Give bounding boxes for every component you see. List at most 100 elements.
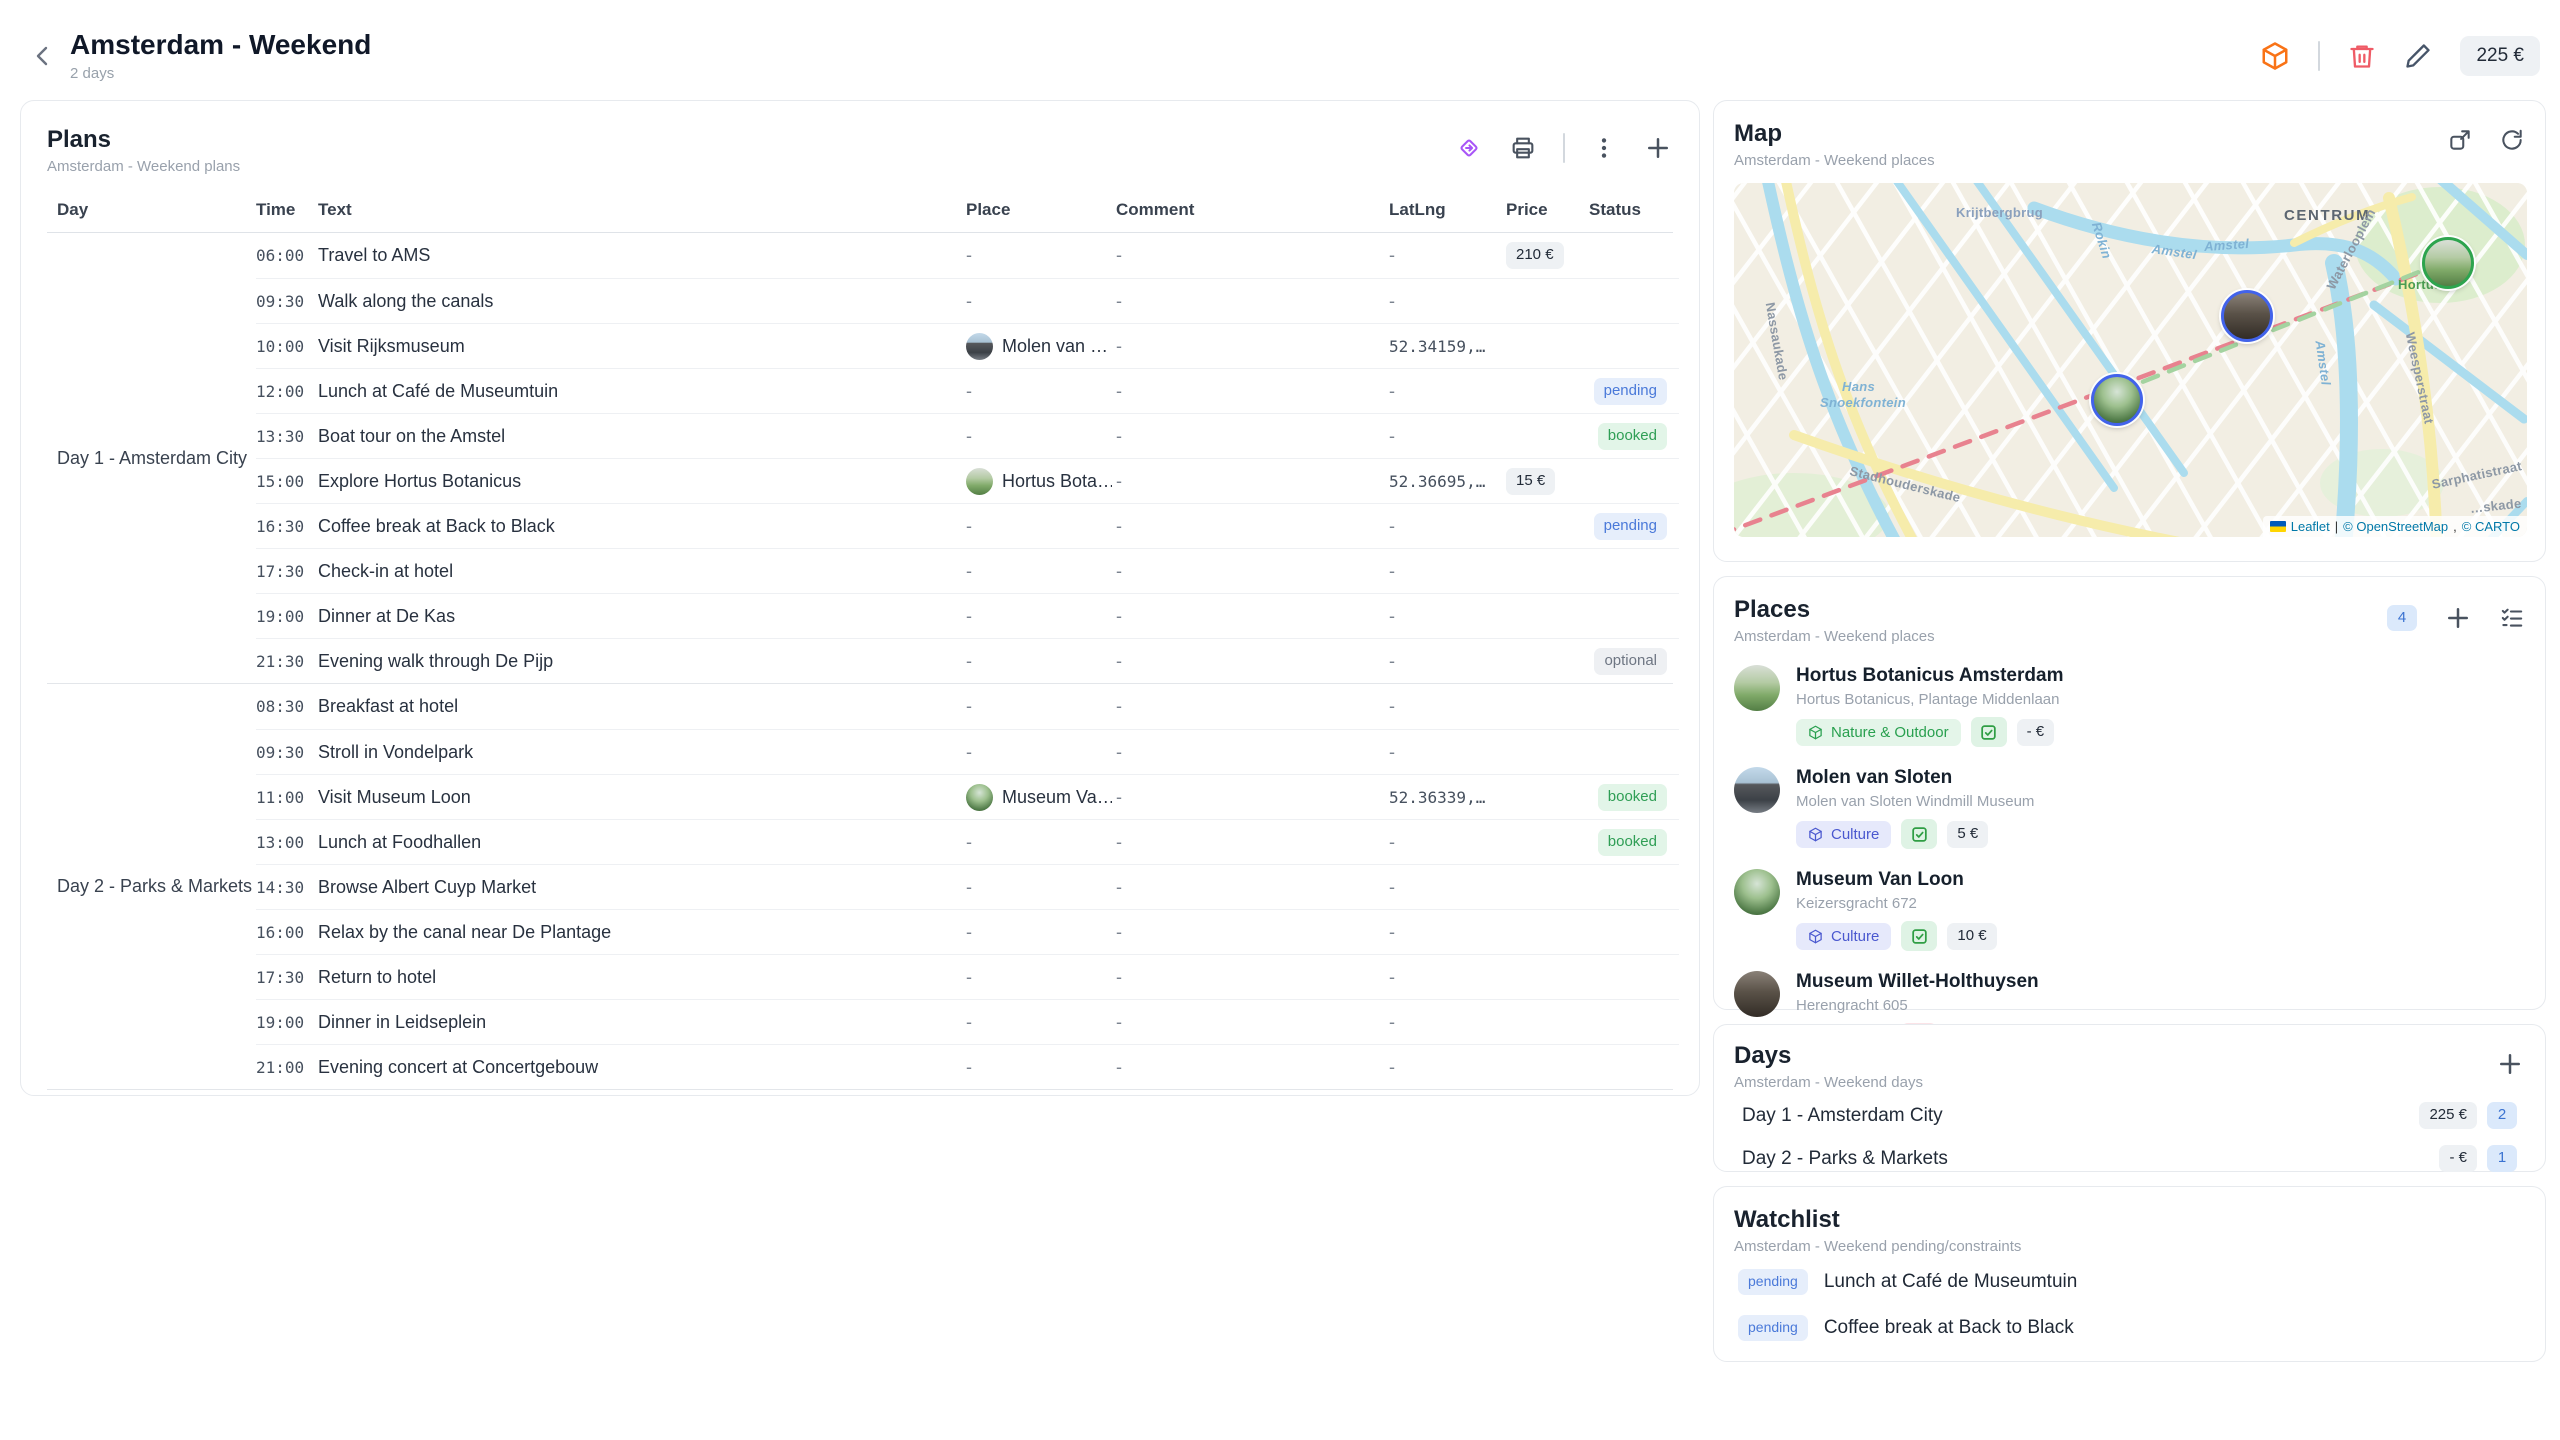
plan-text: Return to hotel xyxy=(318,967,966,988)
pending-badge: pending xyxy=(1738,1269,1808,1295)
col-text: Text xyxy=(318,200,966,220)
map-title: Map xyxy=(1734,121,1935,146)
day-list-item[interactable]: Day 2 - Parks & Markets- €1 xyxy=(1734,1140,2525,1177)
list-check-icon[interactable] xyxy=(2499,605,2525,631)
kebab-menu-icon[interactable] xyxy=(1591,135,1617,161)
plan-latlng: - xyxy=(1389,606,1506,627)
col-comment: Comment xyxy=(1116,200,1389,220)
place-photo xyxy=(1734,869,1780,915)
map-marker-willet[interactable] xyxy=(2221,290,2273,342)
place-address: Molen van Sloten Windmill Museum xyxy=(1796,793,2034,810)
plan-text: Boat tour on the Amstel xyxy=(318,426,966,447)
place-title: Museum Van Loon xyxy=(1796,869,1997,891)
watchlist-list: pendingLunch at Café de Museumtuinpendin… xyxy=(1734,1263,2525,1347)
place-list-item[interactable]: Molen van SlotenMolen van Sloten Windmil… xyxy=(1734,767,2525,849)
plan-time: 13:30 xyxy=(256,427,318,446)
plus-icon[interactable] xyxy=(2443,603,2473,633)
plan-row[interactable]: 08:30Breakfast at hotel--- xyxy=(256,684,1679,729)
watchlist-panel: Watchlist Amsterdam - Weekend pending/co… xyxy=(1713,1186,2546,1362)
attribution-separator: | xyxy=(2335,519,2338,534)
trash-icon[interactable] xyxy=(2348,42,2376,70)
empty-value: - xyxy=(966,291,972,312)
route-diamond-icon[interactable] xyxy=(1455,134,1483,162)
map-subtitle: Amsterdam - Weekend places xyxy=(1734,152,1935,169)
plan-comment: - xyxy=(1116,426,1389,447)
watchlist-item[interactable]: pendingCoffee break at Back to Black xyxy=(1734,1309,2525,1347)
col-place: Place xyxy=(966,200,1116,220)
day-list-item[interactable]: Day 1 - Amsterdam City225 €2 xyxy=(1734,1097,2525,1134)
ukraine-flag-icon xyxy=(2270,521,2286,532)
plan-latlng: - xyxy=(1389,381,1506,402)
plan-time: 11:00 xyxy=(256,788,318,807)
places-panel: Places Amsterdam - Weekend places 4 Hort… xyxy=(1713,576,2546,1010)
leaflet-link[interactable]: Leaflet xyxy=(2291,519,2330,534)
plan-time: 13:00 xyxy=(256,833,318,852)
map-marker-vanloon[interactable] xyxy=(2091,374,2143,426)
carto-link[interactable]: © CARTO xyxy=(2462,519,2520,534)
expand-icon[interactable] xyxy=(2447,127,2473,153)
place-list-item[interactable]: Museum Van LoonKeizersgracht 672Culture1… xyxy=(1734,869,2525,951)
plan-place: - xyxy=(966,1057,1116,1078)
plan-latlng: 52.36695,… xyxy=(1389,472,1506,491)
plan-row[interactable]: 19:00Dinner at De Kas--- xyxy=(256,593,1679,638)
plan-time: 08:30 xyxy=(256,697,318,716)
plan-row[interactable]: 21:00Evening concert at Concertgebouw--- xyxy=(256,1044,1679,1089)
plan-place: - xyxy=(966,381,1116,402)
back-button[interactable] xyxy=(26,39,60,73)
plan-row[interactable]: 17:30Return to hotel--- xyxy=(256,954,1679,999)
plus-icon[interactable] xyxy=(1643,133,1673,163)
plan-row[interactable]: 09:30Stroll in Vondelpark--- xyxy=(256,729,1679,774)
plan-time: 09:30 xyxy=(256,292,318,311)
plan-row[interactable]: 09:30Walk along the canals--- xyxy=(256,278,1679,323)
day-count-badge: 2 xyxy=(2487,1102,2517,1129)
plan-row[interactable]: 06:00Travel to AMS---210 € xyxy=(256,233,1679,278)
plan-comment: - xyxy=(1116,561,1389,582)
plan-place: Molen van … xyxy=(966,333,1116,360)
plan-row[interactable]: 14:30Browse Albert Cuyp Market--- xyxy=(256,864,1679,909)
visited-check-badge xyxy=(1901,819,1937,849)
plan-row[interactable]: 16:00Relax by the canal near De Plantage… xyxy=(256,909,1679,954)
plus-icon[interactable] xyxy=(2495,1049,2525,1079)
watchlist-item[interactable]: pendingLunch at Café de Museumtuin xyxy=(1734,1263,2525,1301)
plan-row[interactable]: 13:30Boat tour on the Amstel---booked xyxy=(256,413,1679,458)
printer-icon[interactable] xyxy=(1509,134,1537,162)
empty-value: - xyxy=(966,561,972,582)
plan-row[interactable]: 17:30Check-in at hotel--- xyxy=(256,548,1679,593)
place-title: Museum Willet-Holthuysen xyxy=(1796,971,2039,993)
plan-status: pending xyxy=(1589,378,1679,405)
map-canvas[interactable]: KrijtbergbrugRokinAmstelAmstelCENTRUMWat… xyxy=(1734,183,2527,537)
category-badge: Culture xyxy=(1796,923,1891,950)
plan-row[interactable]: 11:00Visit Museum LoonMuseum Va…-52.3633… xyxy=(256,774,1679,819)
osm-link[interactable]: © OpenStreetMap xyxy=(2343,519,2448,534)
plan-comment: - xyxy=(1116,877,1389,898)
empty-value: - xyxy=(966,1012,972,1033)
plan-time: 12:00 xyxy=(256,382,318,401)
plan-time: 14:30 xyxy=(256,878,318,897)
plan-row[interactable]: 15:00Explore Hortus BotanicusHortus Bota… xyxy=(256,458,1679,503)
plan-row[interactable]: 19:00Dinner in Leidseplein--- xyxy=(256,999,1679,1044)
map-panel: Map Amsterdam - Weekend places xyxy=(1713,100,2546,562)
plan-latlng: - xyxy=(1389,832,1506,853)
empty-value: - xyxy=(966,606,972,627)
plan-comment: - xyxy=(1116,291,1389,312)
plan-row[interactable]: 13:00Lunch at Foodhallen---booked xyxy=(256,819,1679,864)
attribution-comma: , xyxy=(2453,519,2457,534)
plan-row[interactable]: 10:00Visit RijksmuseumMolen van …-52.341… xyxy=(256,323,1679,368)
plan-place: - xyxy=(966,877,1116,898)
visited-check-badge xyxy=(1971,717,2007,747)
edit-pencil-icon[interactable] xyxy=(2404,42,2432,70)
plan-place: - xyxy=(966,832,1116,853)
col-latlng: LatLng xyxy=(1389,200,1506,220)
plan-latlng: - xyxy=(1389,561,1506,582)
plan-row[interactable]: 21:30Evening walk through De Pijp---opti… xyxy=(256,638,1679,683)
plan-row[interactable]: 12:00Lunch at Café de Museumtuin---pendi… xyxy=(256,368,1679,413)
place-list-item[interactable]: Hortus Botanicus AmsterdamHortus Botanic… xyxy=(1734,665,2525,747)
place-address: Keizersgracht 672 xyxy=(1796,895,1997,912)
plan-latlng: - xyxy=(1389,245,1506,266)
map-marker-hortus[interactable] xyxy=(2422,237,2474,289)
refresh-icon[interactable] xyxy=(2499,127,2525,153)
package-icon[interactable] xyxy=(2260,41,2290,71)
map-label: Snoekfontein xyxy=(1820,395,1906,410)
plan-row[interactable]: 16:30Coffee break at Back to Black---pen… xyxy=(256,503,1679,548)
plan-text: Lunch at Foodhallen xyxy=(318,832,966,853)
